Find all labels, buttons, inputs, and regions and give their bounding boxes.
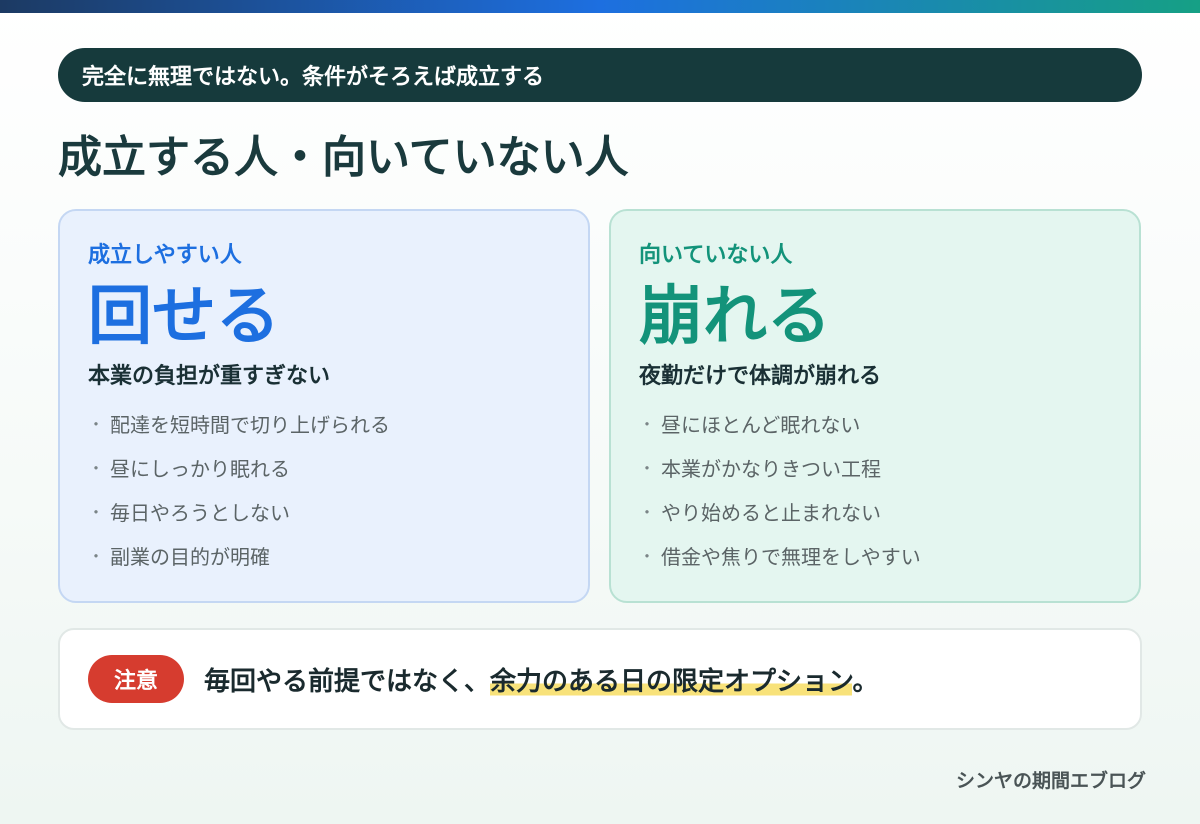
footer-brand: シンヤの期間エブログ <box>955 770 1146 792</box>
caution-badge: 注意 <box>88 655 184 703</box>
list-item: ・借金や焦りで無理をしやすい <box>639 545 921 569</box>
card-suitable-subtitle: 本業の負担が重すぎない <box>88 364 331 389</box>
caution-text: 毎回やる前提ではなく、余力のある日の限定オプション。 <box>204 666 879 697</box>
bullet-dot-icon: ・ <box>639 547 656 566</box>
bullet-dot-icon: ・ <box>639 415 656 434</box>
caution-highlight: 余力のある日の限定オプション <box>490 666 853 697</box>
bullet-dot-icon: ・ <box>88 459 105 478</box>
list-item: ・副業の目的が明確 <box>88 545 270 569</box>
card-unsuitable-headline: 崩れる <box>639 280 831 354</box>
list-item: ・配達を短時間で切り上げられる <box>88 413 390 437</box>
list-item: ・やり始めると止まれない <box>639 501 881 525</box>
card-suitable-list: ・配達を短時間で切り上げられる ・昼にしっかり眠れる ・毎日やろうとしない ・副… <box>88 411 560 571</box>
top-gradient-bar <box>0 0 1200 13</box>
header-pill-text: 完全に無理ではない。条件がそろえば成立する <box>82 65 545 90</box>
card-unsuitable: 向いていない人 崩れる 夜勤だけで体調が崩れる ・昼にほとんど眠れない ・本業が… <box>609 209 1141 603</box>
caution-note: 注意 毎回やる前提ではなく、余力のある日の限定オプション。 <box>58 628 1142 730</box>
list-item: ・昼にしっかり眠れる <box>88 457 290 481</box>
bullet-dot-icon: ・ <box>639 459 656 478</box>
bullet-dot-icon: ・ <box>88 547 105 566</box>
card-suitable-label: 成立しやすい人 <box>88 243 242 268</box>
list-item: ・昼にほとんど眠れない <box>639 413 861 437</box>
page-title: 成立する人・向いていない人 <box>58 132 629 183</box>
list-item: ・毎日やろうとしない <box>88 501 290 525</box>
header-pill: 完全に無理ではない。条件がそろえば成立する <box>58 48 1142 102</box>
card-unsuitable-subtitle: 夜勤だけで体調が崩れる <box>639 364 882 389</box>
card-unsuitable-list: ・昼にほとんど眠れない ・本業がかなりきつい工程 ・やり始めると止まれない ・借… <box>639 411 1111 571</box>
card-unsuitable-label: 向いていない人 <box>639 243 793 268</box>
bullet-dot-icon: ・ <box>639 503 656 522</box>
card-suitable: 成立しやすい人 回せる 本業の負担が重すぎない ・配達を短時間で切り上げられる … <box>58 209 590 603</box>
list-item: ・本業がかなりきつい工程 <box>639 457 881 481</box>
card-suitable-headline: 回せる <box>88 280 280 354</box>
bullet-dot-icon: ・ <box>88 415 105 434</box>
bullet-dot-icon: ・ <box>88 503 105 522</box>
